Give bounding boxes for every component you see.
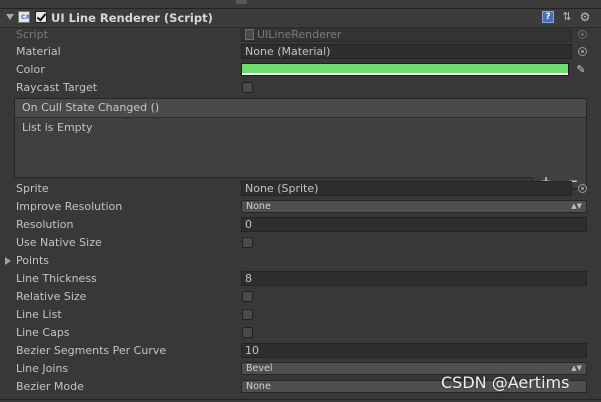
use-native-size-label: Use Native Size [16,236,102,249]
bezier-segments-label: Bezier Segments Per Curve [16,344,167,357]
material-object-picker-icon[interactable] [578,47,587,56]
event-empty-text: List is Empty [22,121,93,134]
row-script: Script UILineRenderer [0,26,601,44]
points-foldout-icon[interactable] [5,257,11,265]
resolution-label: Resolution [16,218,74,231]
row-relative-size: Relative Size [0,288,601,306]
line-list-label: Line List [16,308,62,321]
help-icon[interactable]: ? [542,11,554,23]
script-object-picker-icon [578,30,587,39]
bezier-mode-label: Bezier Mode [16,380,84,393]
raycast-target-label: Raycast Target [16,81,98,94]
resolution-input[interactable]: 0 [241,217,587,232]
line-thickness-input[interactable]: 8 [241,271,587,286]
points-label[interactable]: Points [16,254,49,267]
row-bezier-segments: Bezier Segments Per Curve 10 [0,342,601,360]
csharp-script-icon: C# [18,11,30,23]
use-native-size-checkbox[interactable] [242,237,253,248]
color-swatch[interactable] [241,63,569,76]
dropdown-arrows-icon: ▲▼ [571,364,582,372]
script-label: Script [16,28,48,41]
previous-component-edge [0,0,601,9]
dropdown-arrows-icon: ▲▼ [571,202,582,210]
line-thickness-label: Line Thickness [16,272,97,285]
on-cull-state-changed-event: On Cull State Changed () List is Empty [14,98,587,178]
bottom-divider [0,399,601,400]
relative-size-label: Relative Size [16,290,87,303]
raycast-target-checkbox[interactable] [242,82,253,93]
component-title: UI Line Renderer (Script) [51,11,213,25]
row-resolution: Resolution 0 [0,216,601,234]
eyedropper-icon[interactable]: ✎ [574,63,588,77]
color-label: Color [16,63,45,76]
watermark: CSDN @Aertims [441,373,570,392]
sprite-label: Sprite [16,182,49,195]
row-material: Material None (Material) [0,43,601,61]
event-title: On Cull State Changed () [22,101,160,114]
component-enabled-checkbox[interactable] [35,11,47,23]
improve-resolution-label: Improve Resolution [16,200,123,213]
resize-handle[interactable] [236,0,247,4]
color-alpha-bar [242,73,568,75]
event-header: On Cull State Changed () [15,99,586,118]
row-improve-resolution: Improve Resolution None ▲▼ [0,198,601,216]
line-caps-checkbox[interactable] [242,327,253,338]
row-points[interactable]: Points [0,252,601,270]
gear-icon[interactable]: ⚙ [578,10,592,24]
script-icon-text: C# [21,14,31,21]
sprite-field[interactable]: None (Sprite) [241,181,572,196]
improve-resolution-dropdown[interactable]: None ▲▼ [241,200,587,213]
script-value: UILineRenderer [257,28,342,41]
improve-resolution-value: None [246,201,271,212]
row-sprite: Sprite None (Sprite) [0,180,601,198]
material-label: Material [16,45,61,58]
sprite-object-picker-icon[interactable] [578,184,587,193]
row-use-native-size: Use Native Size [0,234,601,252]
row-line-thickness: Line Thickness 8 [0,270,601,288]
foldout-arrow-icon[interactable] [6,14,14,20]
line-joins-value: Bevel [246,363,273,374]
script-field: UILineRenderer [241,27,572,42]
script-file-icon [245,29,254,40]
material-field[interactable]: None (Material) [241,44,572,59]
bezier-mode-value: None [246,381,271,392]
line-list-checkbox[interactable] [242,309,253,320]
preset-icon[interactable]: ⇅ [561,10,573,24]
row-color: Color ✎ [0,61,601,79]
bezier-segments-input[interactable]: 10 [241,343,587,358]
relative-size-checkbox[interactable] [242,291,253,302]
line-joins-label: Line Joins [16,362,69,375]
row-line-caps: Line Caps [0,324,601,342]
inspector-panel: C# UI Line Renderer (Script) ? ⇅ ⚙ Scrip… [0,0,601,402]
row-raycast-target: Raycast Target [0,79,601,97]
row-line-list: Line List [0,306,601,324]
line-caps-label: Line Caps [16,326,70,339]
